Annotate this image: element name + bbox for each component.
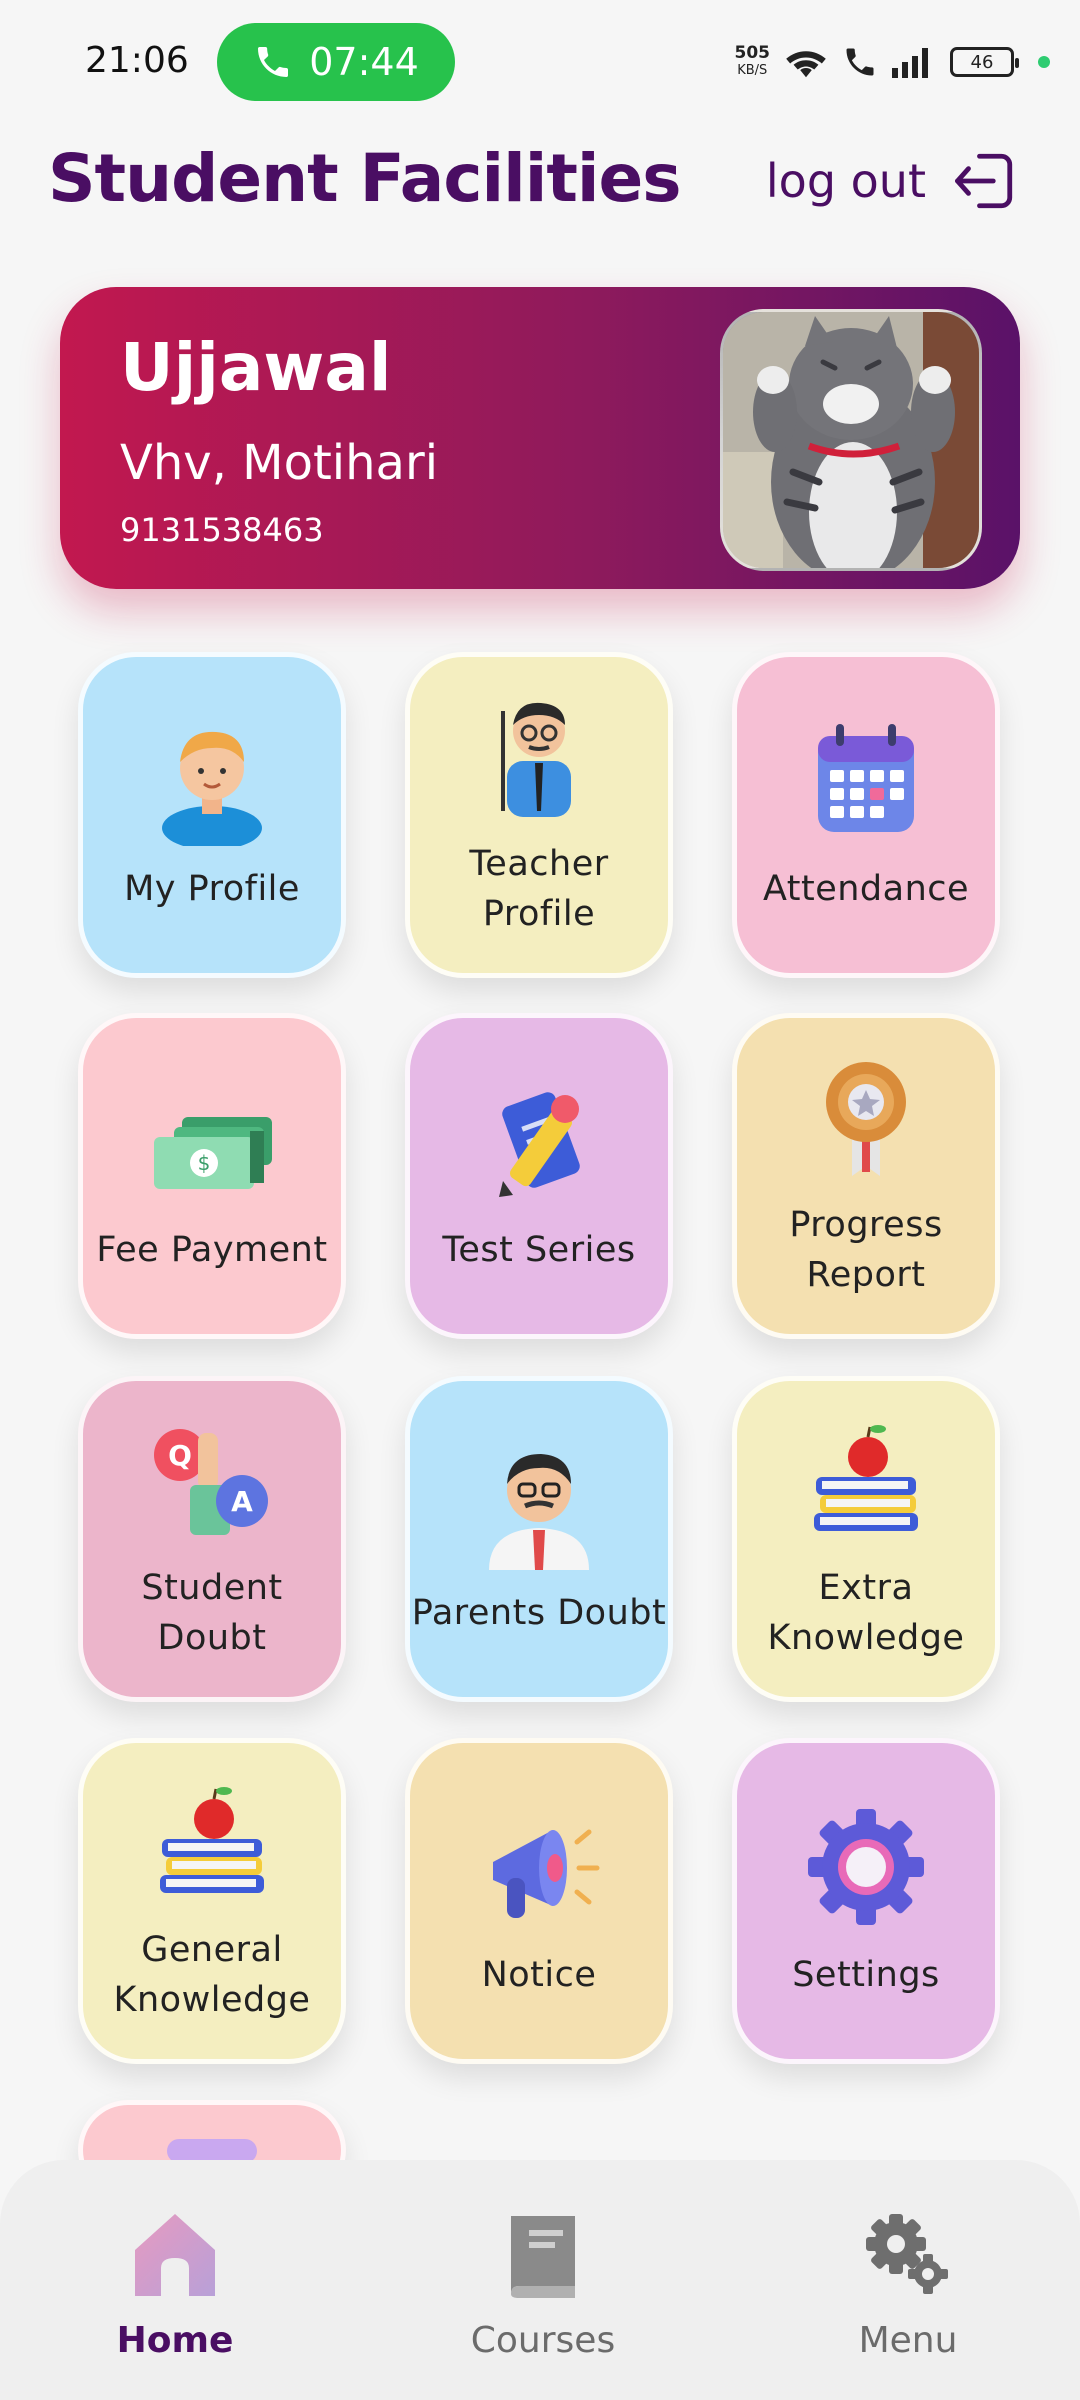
nav-menu-label: Menu <box>858 2320 958 2361</box>
books-apple-icon <box>160 1787 264 1893</box>
medal-icon <box>826 1062 906 1176</box>
book-icon <box>511 2216 575 2298</box>
avatar <box>720 309 982 571</box>
status-icons: 505 KB/S 46 <box>735 40 1050 84</box>
network-speed-value: 505 <box>734 43 771 63</box>
tile-settings[interactable]: Settings <box>732 1738 1000 2064</box>
megaphone-icon <box>493 1829 600 1918</box>
tile-fee-payment[interactable]: $ Fee Payment <box>78 1013 346 1339</box>
profile-card[interactable]: Ujjawal Vhv, Motihari 9131538463 <box>60 287 1020 589</box>
call-timer: 07:44 <box>309 40 419 84</box>
tile-teacher-profile[interactable]: Teacher Profile <box>405 652 673 978</box>
tile-label: Parents Doubt <box>411 1593 667 1633</box>
student-avatar-icon <box>162 731 262 846</box>
tile-label: Settings <box>792 1955 940 1995</box>
parent-icon <box>489 1454 589 1570</box>
tile-my-profile[interactable]: My Profile <box>78 652 346 978</box>
tile-label: Teacher Profile <box>469 844 609 934</box>
logout-icon <box>955 153 1013 209</box>
tile-general-knowledge[interactable]: General Knowledge <box>78 1738 346 2064</box>
tile-extra-knowledge[interactable]: Extra Knowledge <box>732 1376 1000 1702</box>
tile-label: Test Series <box>442 1230 636 1270</box>
tile-student-doubt[interactable]: Q A Student Doubt <box>78 1376 346 1702</box>
battery-indicator: 46 <box>950 47 1019 77</box>
logout-label: log out <box>765 154 926 208</box>
student-phone: 9131538463 <box>120 511 324 549</box>
tile-notice[interactable]: Notice <box>405 1738 673 2064</box>
signal-icon <box>892 48 928 78</box>
tile-label: Student Doubt <box>141 1568 283 1658</box>
logout-button[interactable]: log out <box>766 148 1018 214</box>
tile-label: Progress Report <box>789 1205 943 1295</box>
tile-parents-doubt[interactable]: Parents Doubt <box>405 1376 673 1702</box>
wifi-call-icon <box>846 48 874 76</box>
cat-plush-photo <box>723 312 979 568</box>
nav-home-label: Home <box>116 2320 234 2361</box>
privacy-dot <box>1038 56 1050 68</box>
network-speed: 505 KB/S <box>735 45 771 79</box>
tile-label: Extra Knowledge <box>767 1568 965 1658</box>
network-speed-unit: KB/S <box>737 63 768 78</box>
student-location: Vhv, Motihari <box>120 435 439 491</box>
status-bar: 21:06 07:44 505 KB/S 46 <box>0 0 1080 120</box>
test-pencil-icon <box>499 1092 580 1197</box>
tile-test-series[interactable]: Test Series <box>405 1013 673 1339</box>
tile-label: Fee Payment <box>96 1230 328 1270</box>
tile-label: My Profile <box>124 869 300 909</box>
money-stack-icon: $ <box>154 1117 272 1189</box>
nav-home[interactable]: Home <box>65 2206 285 2376</box>
tile-label: Attendance <box>762 869 970 909</box>
question-answer-icon: Q A <box>154 1429 268 1535</box>
teacher-icon <box>501 702 571 817</box>
calendar-icon <box>818 724 914 832</box>
wifi-icon <box>786 51 826 78</box>
books-apple-icon <box>814 1425 918 1531</box>
nav-courses-label: Courses <box>470 2320 616 2361</box>
bottom-navigation: Home Courses Menu <box>0 2160 1080 2400</box>
svg-text:A: A <box>231 1485 253 1518</box>
tile-progress-report[interactable]: Progress Report <box>732 1013 1000 1339</box>
home-icon <box>135 2214 215 2296</box>
page-title: Student Facilities <box>48 140 682 217</box>
svg-text:Q: Q <box>168 1439 192 1472</box>
settings-gears-icon <box>866 2214 948 2294</box>
gear-icon <box>808 1809 924 1925</box>
nav-courses[interactable]: Courses <box>433 2206 653 2376</box>
tile-label: General Knowledge <box>113 1930 311 2020</box>
nav-menu[interactable]: Menu <box>798 2206 1018 2376</box>
student-name: Ujjawal <box>120 329 392 406</box>
tile-label: Notice <box>481 1955 597 1995</box>
phone-icon <box>258 47 289 77</box>
tile-attendance[interactable]: Attendance <box>732 652 1000 978</box>
status-time: 21:06 <box>85 40 189 81</box>
svg-text:$: $ <box>198 1151 211 1175</box>
ongoing-call-pill[interactable]: 07:44 <box>217 23 455 101</box>
